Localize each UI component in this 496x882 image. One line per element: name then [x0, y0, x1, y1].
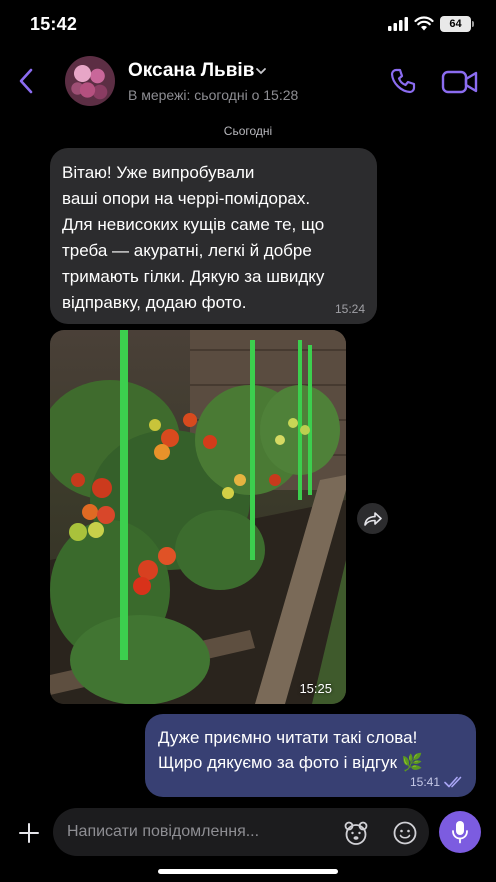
message-line: Дуже приємно читати такі слова!	[158, 728, 418, 747]
forward-button[interactable]	[357, 503, 388, 534]
message-text: Дуже приємно читати такі слова! Щиро дяк…	[158, 725, 462, 775]
input-placeholder: Написати повідомлення...	[67, 823, 260, 840]
message-time: 15:41	[409, 775, 440, 789]
status-bar: 15:42 64	[0, 0, 496, 50]
contact-name[interactable]: Оксана Львів	[128, 60, 254, 82]
chat-header: Оксана Львів В мережі: сьогодні о 15:28	[0, 50, 496, 114]
message-time: 15:24	[334, 302, 365, 316]
message-line: Вітаю! Уже випробували	[62, 163, 255, 182]
avatar[interactable]	[65, 56, 115, 106]
message-line: тримають гілки. Дякую за швидку	[62, 267, 325, 286]
forward-icon	[363, 511, 382, 526]
sticker-bear-icon[interactable]	[343, 820, 369, 846]
composer: Написати повідомлення...	[0, 806, 496, 862]
microphone-icon	[452, 821, 468, 844]
message-line: Щиро дякуємо за фото і відгук 🌿	[158, 753, 423, 772]
status-time: 15:42	[30, 14, 78, 34]
photo-message[interactable]: 15:25	[50, 330, 346, 704]
message-input[interactable]: Написати повідомлення...	[53, 808, 429, 856]
back-button[interactable]	[14, 66, 38, 96]
message-line: відправку, додаю фото.	[62, 293, 247, 312]
incoming-message[interactable]: Вітаю! Уже випробували ваші опори на чер…	[50, 148, 377, 324]
video-camera-icon[interactable]	[441, 68, 479, 96]
battery-tip	[472, 21, 474, 27]
photo-time: 15:25	[299, 681, 332, 696]
wifi-icon	[414, 16, 434, 31]
message-text: Вітаю! Уже випробували ваші опори на чер…	[62, 160, 365, 316]
message-line: Для невисоких кущів саме те, що	[62, 215, 325, 234]
chevron-left-icon	[19, 68, 33, 94]
tomato-plants-photo	[50, 330, 346, 704]
contact-status: В мережі: сьогодні о 15:28	[128, 87, 299, 103]
emoji-icon[interactable]	[392, 820, 418, 846]
message-line: треба — акуратні, легкі й добре	[62, 241, 312, 260]
message-line: ваші опори на черрі-помідорах.	[62, 189, 311, 208]
home-indicator[interactable]	[158, 869, 338, 874]
read-ticks-icon	[444, 776, 462, 788]
cellular-signal-icon	[388, 17, 408, 31]
battery-indicator: 64	[440, 16, 471, 32]
chevron-down-icon[interactable]	[255, 66, 267, 76]
plus-icon[interactable]	[16, 820, 42, 846]
date-divider: Сьогодні	[223, 124, 273, 138]
phone-icon[interactable]	[388, 66, 418, 96]
outgoing-message[interactable]: Дуже приємно читати такі слова! Щиро дяк…	[145, 714, 476, 797]
microphone-button[interactable]	[439, 811, 481, 853]
